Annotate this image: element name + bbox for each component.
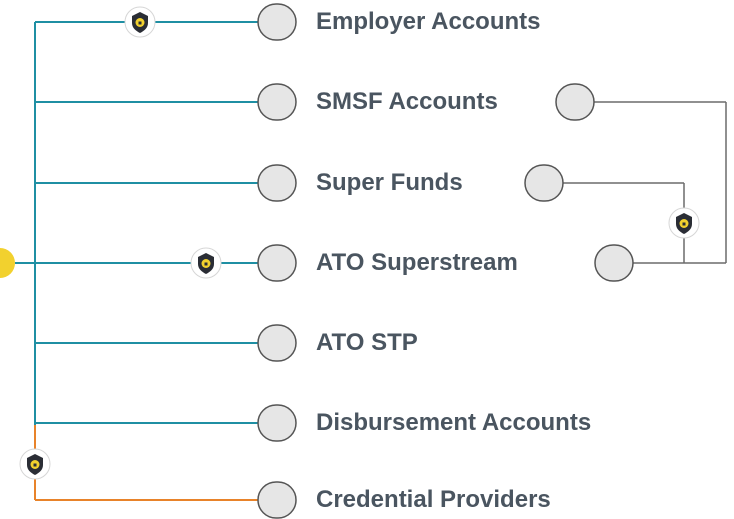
node-ato-superstream-right[interactable] <box>594 244 634 282</box>
node-disbursement[interactable] <box>257 404 297 442</box>
node-superfunds[interactable] <box>257 164 297 202</box>
node-smsf-right[interactable] <box>555 83 595 121</box>
label-super-funds: Super Funds <box>316 169 463 196</box>
label-ato-stp: ATO STP <box>316 329 418 356</box>
node-employer[interactable] <box>257 3 297 41</box>
label-employer-accounts: Employer Accounts <box>316 8 541 35</box>
shield-lock-icon <box>19 448 51 480</box>
node-superfunds-right[interactable] <box>524 164 564 202</box>
shield-lock-icon <box>124 6 156 38</box>
node-ato-superstream[interactable] <box>257 244 297 282</box>
node-smsf[interactable] <box>257 83 297 121</box>
label-ato-superstream: ATO Superstream <box>316 249 518 276</box>
shield-lock-icon <box>668 207 700 239</box>
shield-lock-icon <box>190 247 222 279</box>
hub-node <box>0 248 15 278</box>
node-ato-stp[interactable] <box>257 324 297 362</box>
node-credential[interactable] <box>257 481 297 519</box>
label-disbursement-accounts: Disbursement Accounts <box>316 409 592 436</box>
label-smsf-accounts: SMSF Accounts <box>316 88 498 115</box>
label-credential-providers: Credential Providers <box>316 486 551 513</box>
